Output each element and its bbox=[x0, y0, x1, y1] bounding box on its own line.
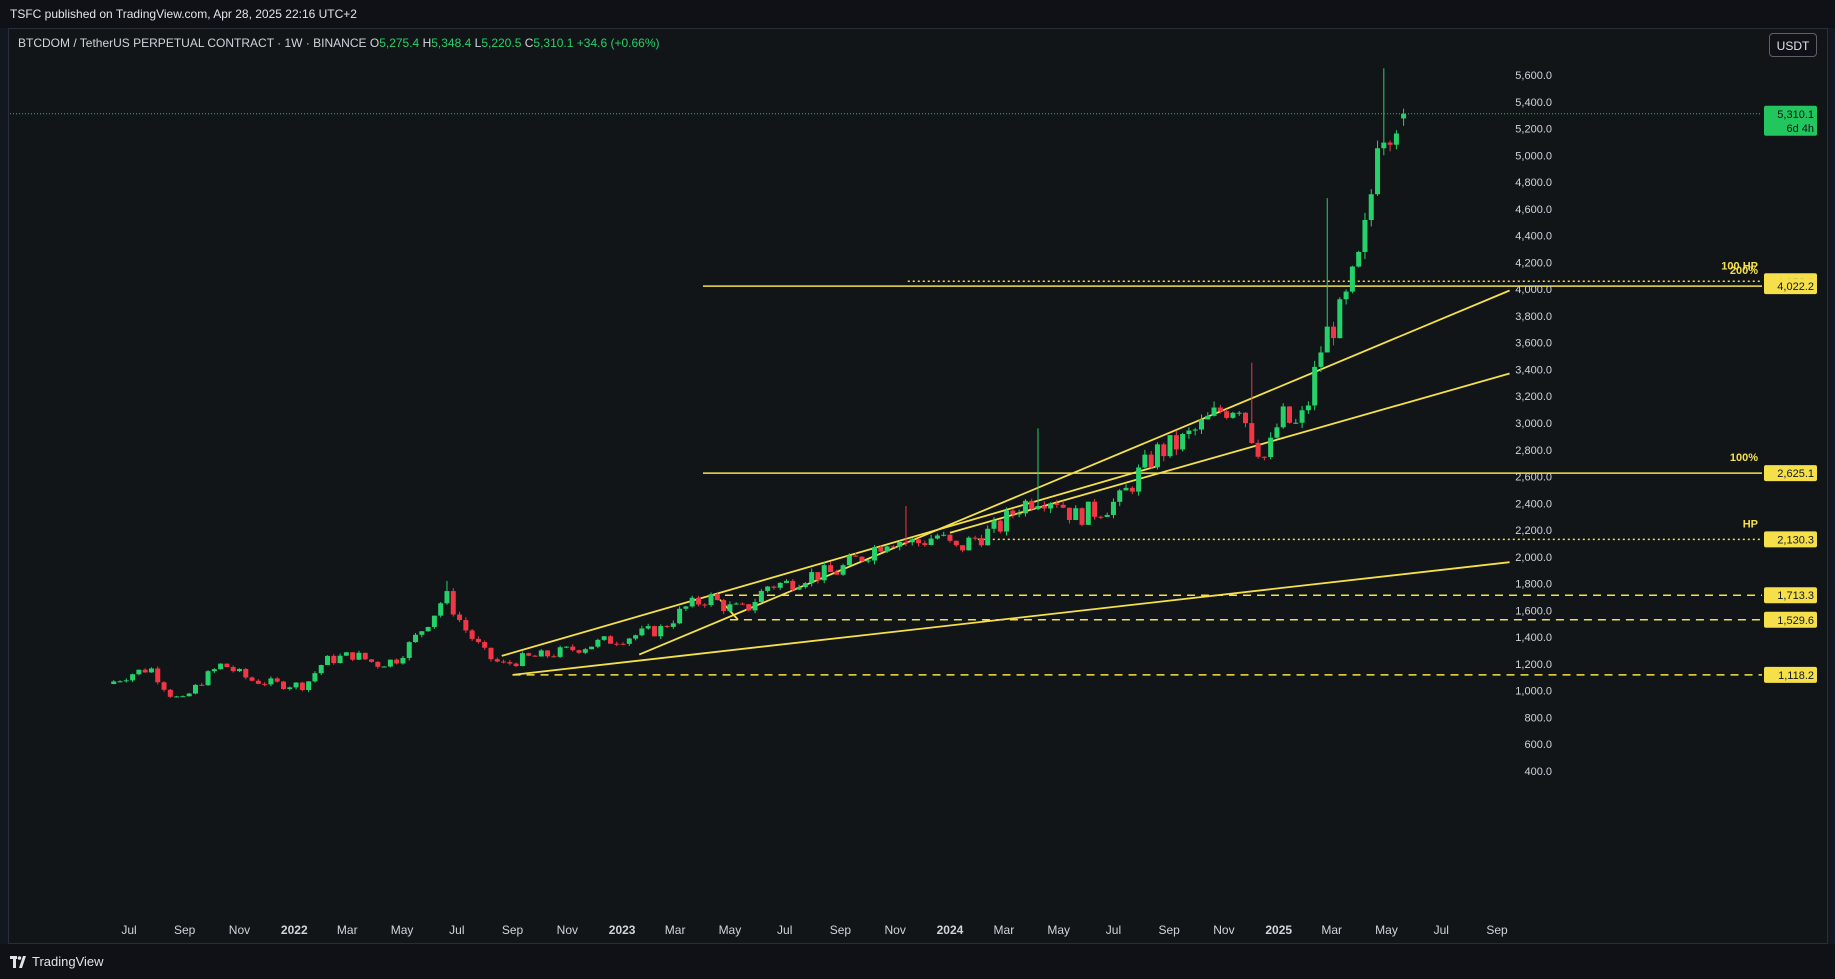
open-value: 5,275.4 bbox=[379, 36, 420, 50]
high-value: 5,348.4 bbox=[431, 36, 472, 50]
chart-legend: BTCDOM / TetherUS PERPETUAL CONTRACT · 1… bbox=[18, 36, 660, 50]
chart-area[interactable] bbox=[8, 28, 1828, 944]
tradingview-icon bbox=[10, 955, 26, 968]
change-value: +34.6 (+0.66%) bbox=[576, 36, 660, 50]
published-header: TSFC published on TradingView.com, Apr 2… bbox=[0, 0, 1835, 28]
brand-label: TradingView bbox=[32, 954, 104, 969]
low-value: 5,220.5 bbox=[481, 36, 522, 50]
close-value: 5,310.1 bbox=[533, 36, 574, 50]
published-text: TSFC published on TradingView.com, Apr 2… bbox=[10, 7, 357, 21]
currency-button[interactable]: USDT bbox=[1769, 33, 1817, 57]
symbol-title[interactable]: BTCDOM / TetherUS PERPETUAL CONTRACT · 1… bbox=[18, 36, 367, 50]
footer-bar: TradingView bbox=[0, 944, 1835, 979]
tradingview-logo[interactable]: TradingView bbox=[10, 954, 104, 969]
high-label: H bbox=[422, 36, 432, 50]
open-label: O bbox=[369, 36, 380, 50]
